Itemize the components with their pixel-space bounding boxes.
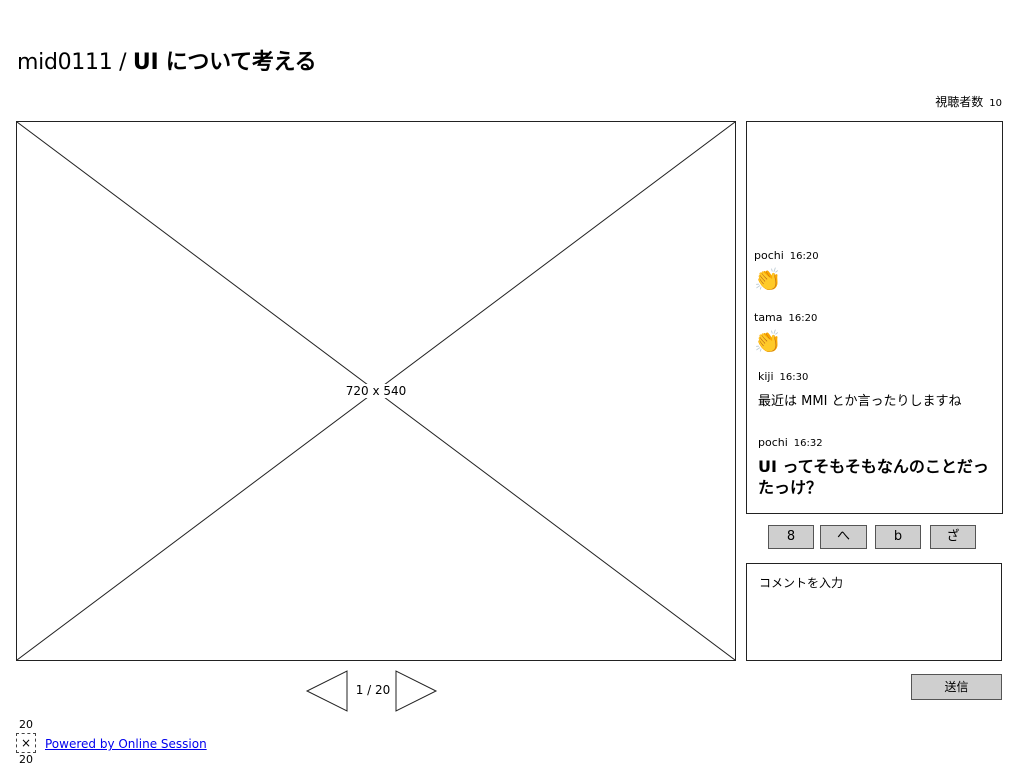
reaction-button-2[interactable]: へ — [820, 525, 867, 549]
reaction-button-4[interactable]: ざ — [930, 525, 976, 549]
viewer-count-label: 視聴者数 — [935, 95, 984, 109]
icon-width-label: 20 — [19, 718, 33, 731]
viewer-count-value: 10 — [989, 98, 1002, 109]
slide-size-label: 720 x 540 — [344, 384, 408, 398]
chat-message-text: 最近は MMI とか言ったりしますね — [758, 394, 962, 409]
next-slide-arrow-icon[interactable] — [394, 670, 438, 712]
chat-timestamp: 16:30 — [779, 372, 809, 383]
chat-username: pochi — [754, 249, 784, 262]
slide-viewer: 720 x 540 — [16, 121, 736, 661]
reaction-button-1[interactable]: 8 — [768, 525, 814, 549]
chat-message: pochi 16:20 👏 — [754, 244, 819, 293]
chat-message: pochi 16:32 UI ってそもそもなんのことだったっけ？ — [758, 431, 998, 498]
session-id: mid0111 — [17, 50, 113, 75]
viewer-count: 視聴者数 10 — [935, 93, 1002, 110]
broken-image-icon: × — [16, 733, 36, 753]
powered-by-link[interactable]: Powered by Online Session — [45, 737, 207, 751]
chat-timestamp: 16:20 — [789, 251, 819, 262]
send-button[interactable]: 送信 — [911, 674, 1002, 700]
clap-emoji: 👏 — [754, 268, 782, 293]
chat-username: kiji — [758, 370, 774, 383]
reaction-button-3[interactable]: b — [875, 525, 921, 549]
chat-message-large-text: UI ってそもそもなんのことだったっけ？ — [758, 457, 989, 497]
page-indicator: 1 / 20 — [355, 683, 391, 697]
chat-message: kiji 16:30 最近は MMI とか言ったりしますね — [758, 365, 962, 409]
chat-username: pochi — [758, 436, 788, 449]
icon-height-label: 20 — [19, 753, 33, 766]
chat-timestamp: 16:32 — [793, 438, 823, 449]
session-title: UI について考える — [132, 50, 317, 75]
clap-emoji: 👏 — [754, 330, 782, 355]
chat-username: tama — [754, 311, 783, 324]
chat-message: tama 16:20 👏 — [754, 306, 817, 355]
chat-panel: pochi 16:20 👏 tama 16:20 👏 kiji 16:30 最近は M… — [746, 121, 1003, 514]
prev-slide-arrow-icon[interactable] — [305, 670, 349, 712]
comment-input[interactable] — [747, 564, 1001, 660]
comment-box — [746, 563, 1002, 661]
chat-timestamp: 16:20 — [788, 313, 818, 324]
page-title: mid0111 / UI について考える — [17, 44, 317, 76]
title-separator: / — [112, 50, 133, 75]
